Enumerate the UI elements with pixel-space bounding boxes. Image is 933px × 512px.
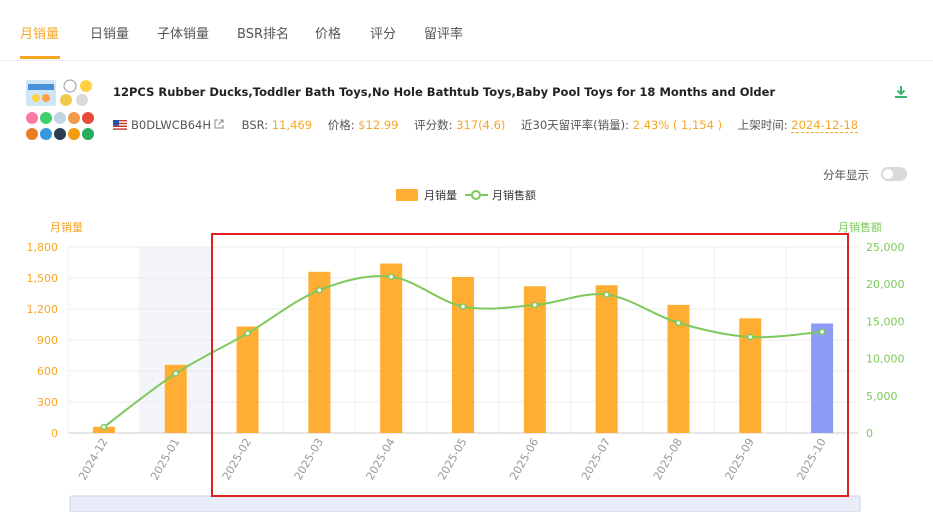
- y-left-tick-label: 1,200: [27, 303, 59, 316]
- y-right-tick-label: 5,000: [866, 390, 898, 403]
- revenue-point-2025-01: [172, 370, 179, 377]
- y-left-tick-label: 600: [37, 365, 58, 378]
- product-title: 12PCS Rubber Ducks,Toddler Bath Toys,No …: [113, 85, 776, 99]
- yearly-toggle[interactable]: [881, 167, 907, 181]
- x-tick-label: 2025-09: [723, 436, 757, 482]
- x-tick-label: 2025-06: [507, 436, 541, 482]
- y-left-axis-title: 月销量: [50, 220, 83, 234]
- x-tick-label: 2025-05: [435, 436, 469, 482]
- bar-2025-10: [811, 323, 834, 433]
- toggle-knob: [883, 169, 893, 179]
- y-right-tick-label: 0: [866, 427, 873, 440]
- legend-label-monthly-sales: 月销量: [424, 188, 457, 202]
- active-tab-indicator: [20, 56, 60, 59]
- product-thumbnail[interactable]: [24, 76, 98, 144]
- revenue-point-2025-04: [387, 273, 395, 281]
- tab-bsr-rank[interactable]: BSR排名: [237, 23, 289, 42]
- bar-2025-02: [236, 326, 259, 433]
- y-right-tick-label: 10,000: [866, 353, 905, 366]
- bsr-label: BSR:: [241, 118, 269, 132]
- revenue-point-2024-12: [100, 423, 108, 431]
- y-right-tick-label: 25,000: [866, 241, 905, 254]
- listed-date-label: 上架时间:: [737, 118, 788, 132]
- y-left-tick-label: 1,500: [27, 272, 59, 285]
- revenue-point-2025-06: [531, 301, 539, 309]
- y-left-tick-label: 300: [37, 396, 58, 409]
- bar-2025-07: [595, 285, 618, 433]
- y-right-tick-label: 15,000: [866, 315, 905, 328]
- asin-value[interactable]: B0DLWCB64H: [131, 118, 211, 132]
- bar-2025-05: [452, 276, 474, 433]
- listed-date-value[interactable]: 2024-12-18: [791, 118, 859, 133]
- price-value: $12.99: [358, 118, 399, 132]
- revenue-point-2025-09: [747, 333, 754, 341]
- sales-chart: 1,800 1,500 1,200 900 600 300 0 25,000 20,000 15,…: [27, 188, 905, 512]
- y-right-tick-label: 20,000: [866, 278, 905, 291]
- tab-variant-sales[interactable]: 子体销量: [157, 23, 209, 42]
- x-tick-label: 2025-07: [579, 436, 613, 482]
- price-label: 价格:: [327, 118, 355, 132]
- tab-review-rate[interactable]: 留评率: [424, 23, 463, 42]
- x-tick-label: 2024-12: [76, 436, 110, 482]
- x-tick-label: 2025-01: [148, 436, 182, 482]
- revenue-point-2025-08: [675, 319, 682, 327]
- tab-rating[interactable]: 评分: [370, 23, 396, 42]
- bar-2025-03: [308, 271, 331, 433]
- download-icon[interactable]: [894, 85, 908, 99]
- bar-2025-04: [380, 263, 403, 433]
- legend-label-monthly-revenue: 月销售额: [492, 188, 536, 202]
- revenue-point-2025-02: [244, 330, 251, 337]
- revenue-point-2025-10: [818, 328, 826, 336]
- y-right-axis-title: 月销售额: [838, 220, 882, 234]
- revenue-point-2025-07: [603, 291, 610, 298]
- revenue-point-2025-03: [316, 286, 323, 294]
- x-tick-label: 2025-03: [292, 436, 326, 482]
- x-tick-label: 2025-02: [220, 436, 254, 482]
- tab-bar: 月销量 日销量 子体销量 BSR排名 价格 评分 留评率: [0, 0, 933, 61]
- us-flag-icon: [113, 120, 127, 130]
- legend-marker-monthly-revenue: [471, 190, 481, 200]
- legend-swatch-monthly-sales: [396, 189, 418, 201]
- y-left-tick-label: 1,800: [27, 241, 59, 254]
- product-meta-row: B0DLWCB64H BSR: 11,469 价格: $12.99 评分数: 3…: [113, 117, 859, 133]
- reviews-value: 317(4.6): [456, 118, 506, 132]
- tab-price[interactable]: 价格: [315, 23, 341, 42]
- bsr-value: 11,469: [271, 118, 313, 132]
- x-tick-label: 2025-08: [651, 436, 685, 482]
- x-tick-label: 2025-10: [794, 436, 828, 482]
- data-zoom-slider: [69, 495, 861, 512]
- review-rate-value: 2.43% ( 1,154 ): [632, 118, 723, 132]
- tab-daily-sales[interactable]: 日销量: [90, 23, 129, 42]
- reviews-label: 评分数:: [414, 118, 453, 132]
- review-rate-label: 近30天留评率(销量):: [521, 118, 630, 132]
- y-left-tick-label: 900: [37, 334, 58, 347]
- y-left-tick-label: 0: [51, 427, 58, 440]
- x-tick-label: 2025-04: [364, 436, 398, 482]
- external-link-icon[interactable]: [214, 119, 224, 129]
- revenue-point-2025-05: [459, 303, 467, 310]
- tab-monthly-sales[interactable]: 月销量: [20, 23, 59, 42]
